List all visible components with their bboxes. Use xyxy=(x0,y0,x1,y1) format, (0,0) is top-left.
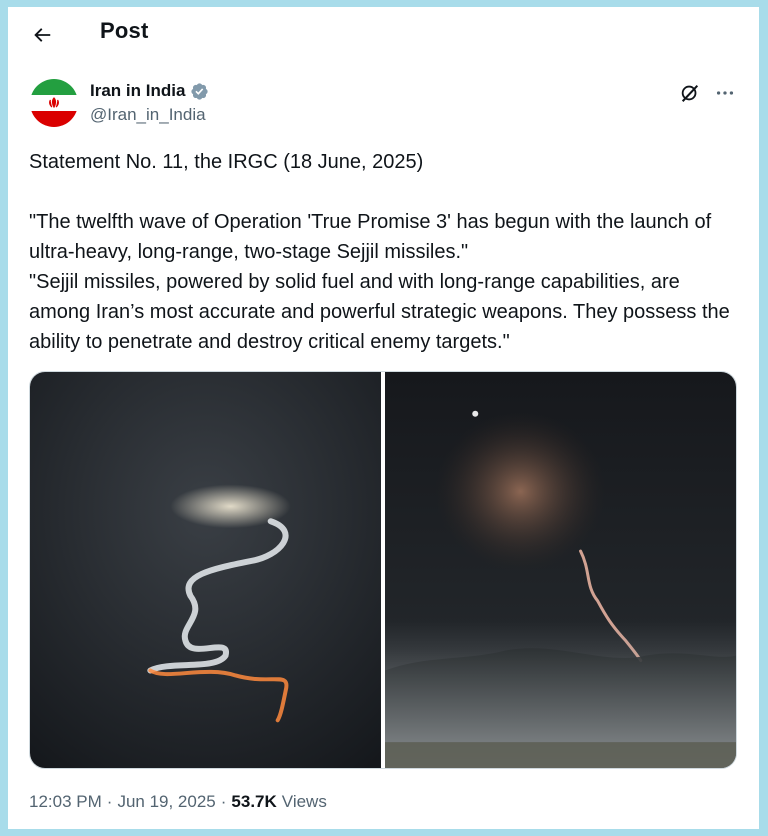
views-label: Views xyxy=(281,792,327,811)
author-handle[interactable]: @Iran_in_India xyxy=(90,105,209,125)
more-horizontal-icon xyxy=(716,91,734,95)
post-date[interactable]: Jun 19, 2025 xyxy=(117,792,215,812)
avatar[interactable] xyxy=(30,79,78,127)
tweet-paragraph-2: "The twelfth wave of Operation 'True Pro… xyxy=(29,211,712,263)
meta-separator: · xyxy=(220,792,227,811)
page-title: Post xyxy=(100,18,149,43)
missile-trail-photo-1 xyxy=(30,372,381,768)
iran-flag-avatar xyxy=(30,79,78,127)
author-block: Iran in India @Iran_in_India xyxy=(90,81,209,125)
more-button[interactable] xyxy=(710,79,740,107)
views-count[interactable]: 53.7K xyxy=(231,792,276,812)
tweet-line-1: Statement No. 11, the IRGC (18 June, 202… xyxy=(29,151,424,173)
tweet-paragraph-3: "Sejjil missiles, powered by solid fuel … xyxy=(29,271,730,353)
missile-trail-photo-2 xyxy=(385,372,736,768)
media-photo-2[interactable] xyxy=(385,372,736,768)
verified-badge-icon xyxy=(191,82,209,100)
arrow-left-icon xyxy=(34,28,51,42)
media-grid xyxy=(29,371,737,769)
grok-icon xyxy=(681,84,699,102)
display-name[interactable]: Iran in India xyxy=(90,81,185,101)
post-card: Post Iran in India @Iran_in_India Statem… xyxy=(8,7,759,829)
top-bar: Post xyxy=(8,7,759,57)
media-photo-1[interactable] xyxy=(30,372,381,768)
grok-button[interactable] xyxy=(676,79,704,107)
post-meta: 12:03 PM · Jun 19, 2025 · 53.7K Views xyxy=(29,792,327,812)
post-time[interactable]: 12:03 PM xyxy=(29,792,102,812)
meta-separator: · xyxy=(106,792,113,811)
tweet-text: Statement No. 11, the IRGC (18 June, 202… xyxy=(29,147,744,357)
back-button[interactable] xyxy=(24,17,60,53)
